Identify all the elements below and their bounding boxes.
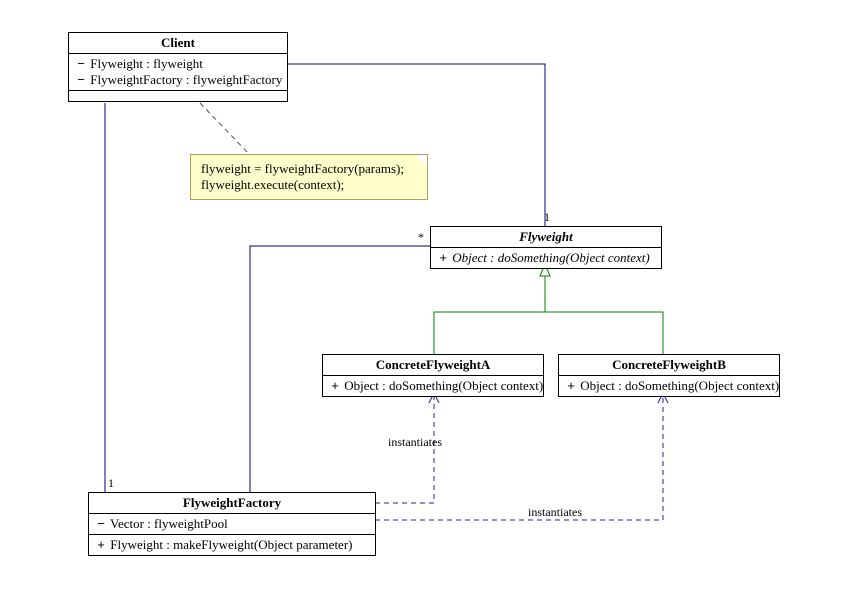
note-client: flyweight = flyweightFactory(params); fl… [190,154,428,200]
note-fold-icon [415,155,427,167]
flyweight-op-0: + Object : doSomething(Object context) [437,250,655,266]
multiplicity-one-bottom: 1 [108,476,114,491]
class-concrete-a-title: ConcreteFlyweightA [323,355,543,376]
diagram-canvas: 1 * 1 instantiates instantiates Client −… [0,0,849,598]
multiplicity-star: * [418,230,424,245]
instantiates-label-b: instantiates [528,505,582,520]
multiplicity-one: 1 [544,210,550,225]
class-factory: FlyweightFactory − Vector : flyweightPoo… [88,492,376,556]
class-concrete-a: ConcreteFlyweightA + Object : doSomethin… [322,354,544,397]
class-flyweight-title: Flyweight [431,227,661,248]
concrete-b-op-0: + Object : doSomething(Object context) [565,378,773,394]
class-flyweight: Flyweight + Object : doSomething(Object … [430,226,662,269]
client-attr-1: − FlyweightFactory : flyweightFactory [75,72,281,88]
class-concrete-b: ConcreteFlyweightB + Object : doSomethin… [558,354,780,397]
factory-attr-0: − Vector : flyweightPool [95,516,369,532]
instantiates-label-a: instantiates [388,435,442,450]
class-factory-title: FlyweightFactory [89,493,375,514]
note-line-2: flyweight.execute(context); [201,177,417,193]
factory-op-0: + Flyweight : makeFlyweight(Object param… [95,537,369,553]
note-line-1: flyweight = flyweightFactory(params); [201,161,417,177]
class-concrete-b-title: ConcreteFlyweightB [559,355,779,376]
class-client: Client − Flyweight : flyweight − Flyweig… [68,32,288,102]
client-attr-0: − Flyweight : flyweight [75,56,281,72]
class-client-title: Client [69,33,287,54]
concrete-a-op-0: + Object : doSomething(Object context) [329,378,537,394]
